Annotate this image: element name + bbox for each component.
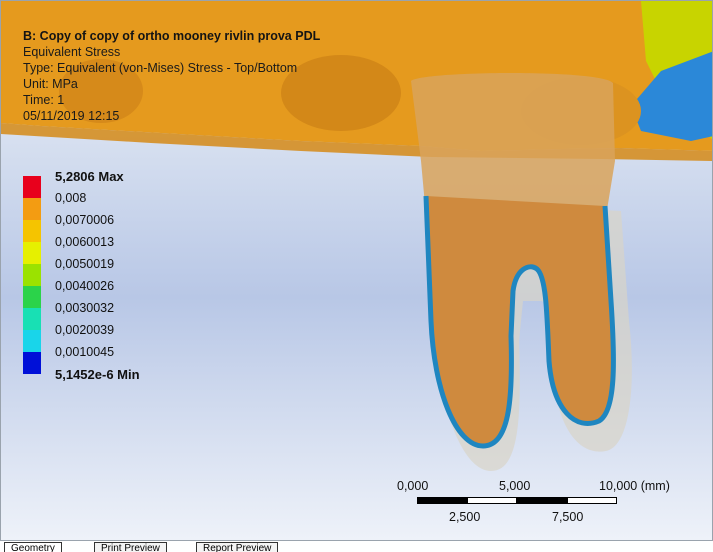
scale-bar-segment <box>517 497 567 504</box>
legend-label: 0,0030032 <box>55 301 115 315</box>
legend-swatch <box>23 220 41 242</box>
tab-report-preview[interactable]: Report Preview <box>196 542 279 552</box>
result-name: Equivalent Stress <box>23 45 121 59</box>
result-time: Time: 1 <box>23 93 65 107</box>
legend-swatch <box>23 308 41 330</box>
scale-bar-segment <box>467 497 517 504</box>
legend-label: 0,0020039 <box>55 323 115 337</box>
result-type: Type: Equivalent (von-Mises) Stress - To… <box>23 61 298 75</box>
scale-label: 5,000 <box>499 479 531 493</box>
legend-swatch <box>23 198 41 220</box>
legend-label: 0,008 <box>55 191 87 205</box>
legend-swatch <box>23 352 41 374</box>
result-unit: Unit: MPa <box>23 77 78 91</box>
legend-label: 5,1452e-6 Min <box>55 367 140 382</box>
scale-bar-segment <box>417 497 467 504</box>
graphics-viewport[interactable]: B: Copy of copy of ortho mooney rivlin p… <box>0 0 713 541</box>
legend-swatch <box>23 242 41 264</box>
legend-label: 5,2806 Max <box>55 169 124 184</box>
legend-label: 0,0070006 <box>55 213 115 227</box>
tab-geometry[interactable]: Geometry <box>4 542 62 552</box>
tooth-crown <box>411 73 615 216</box>
scale-label: 10,000 (mm) <box>599 479 670 493</box>
result-info: B: Copy of copy of ortho mooney rivlin p… <box>23 28 320 124</box>
legend-swatch <box>23 286 41 308</box>
view-tabs: Geometry Print Preview Report Preview <box>0 541 713 552</box>
scale-label: 2,500 <box>449 510 481 524</box>
legend-label: 0,0010045 <box>55 345 115 359</box>
legend-label: 0,0050019 <box>55 257 115 271</box>
analysis-title: B: Copy of copy of ortho mooney rivlin p… <box>23 29 321 43</box>
scale-label: 7,500 <box>552 510 584 524</box>
legend-label: 0,0060013 <box>55 235 115 249</box>
tab-print-preview[interactable]: Print Preview <box>94 542 167 552</box>
result-timestamp: 05/11/2019 12:15 <box>23 109 120 123</box>
legend-swatch <box>23 176 41 198</box>
legend-swatch <box>23 264 41 286</box>
legend-swatch <box>23 330 41 352</box>
scale-label: 0,000 <box>397 479 429 493</box>
scale-ruler: 0,000 5,000 10,000 (mm) 2,500 7,500 <box>397 479 697 529</box>
scale-bar-segment <box>567 497 617 504</box>
legend-label: 0,0040026 <box>55 279 115 293</box>
